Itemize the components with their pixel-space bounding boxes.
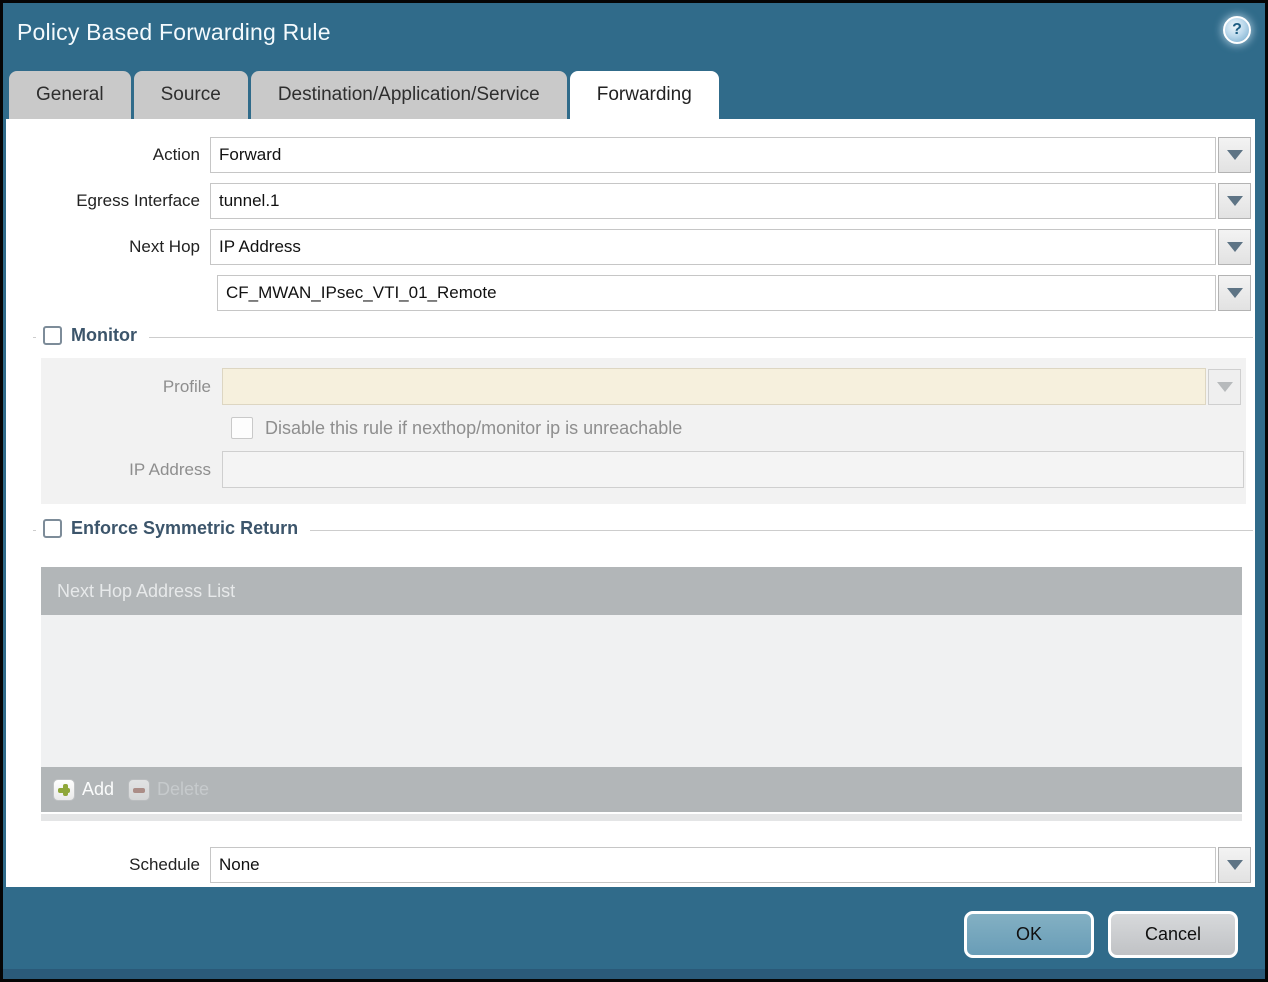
dropdown-arrow-icon <box>1226 860 1243 870</box>
add-button-label: Add <box>82 779 115 799</box>
enforce-symmetric-return-fieldset: Enforce Symmetric Return Next Hop Addres… <box>33 518 1253 821</box>
monitor-checkbox[interactable] <box>43 326 62 345</box>
dialog-title: Policy Based Forwarding Rule <box>17 18 331 45</box>
disable-rule-checkbox <box>231 417 253 439</box>
grid-footer-toolbar: Add Delete <box>41 767 1242 812</box>
egress-interface-dropdown-trigger[interactable] <box>1218 183 1251 219</box>
next-hop-address-list-grid: Next Hop Address List Add Delete <box>41 567 1242 812</box>
disable-rule-label: Disable this rule if nexthop/monitor ip … <box>265 417 683 438</box>
tab-source-label: Source <box>160 84 221 105</box>
tab-source[interactable]: Source <box>133 71 248 119</box>
policy-based-forwarding-rule-dialog: Policy Based Forwarding Rule ? General S… <box>0 0 1268 982</box>
tab-forwarding-label: Forwarding <box>596 84 692 105</box>
dropdown-arrow-icon <box>1226 288 1243 298</box>
grid-body-empty[interactable] <box>41 615 1242 767</box>
dropdown-arrow-icon <box>1226 242 1243 252</box>
dropdown-arrow-icon <box>1226 150 1243 160</box>
enforce-symmetric-return-legend: Enforce Symmetric Return <box>36 518 311 539</box>
dialog-title-bar: Policy Based Forwarding Rule <box>3 3 1265 61</box>
monitor-profile-dropdown-trigger <box>1208 368 1241 405</box>
monitor-disable-rule-row: Disable this rule if nexthop/monitor ip … <box>231 417 1246 439</box>
help-icon[interactable]: ? <box>1223 16 1251 44</box>
monitor-ip-address-row: IP Address <box>41 451 1244 488</box>
enforce-symmetric-return-label: Enforce Symmetric Return <box>71 518 299 538</box>
monitor-profile-label: Profile <box>162 376 211 396</box>
schedule-dropdown-trigger[interactable] <box>1218 847 1251 883</box>
forwarding-tab-panel: Action Forward Egress Interface tunnel.1… <box>6 119 1255 887</box>
enforce-symmetric-return-checkbox[interactable] <box>43 519 62 538</box>
egress-interface-select[interactable]: tunnel.1 <box>210 183 1216 219</box>
tab-destination-label: Destination/Application/Service <box>277 84 540 105</box>
schedule-label: Schedule <box>129 855 200 874</box>
next-hop-address-row: CF_MWAN_IPsec_VTI_01_Remote <box>6 275 1251 311</box>
ok-button[interactable]: OK <box>964 911 1094 958</box>
monitor-profile-select <box>222 368 1206 405</box>
grid-bottom-strip <box>41 814 1242 821</box>
bottom-accent-strip <box>3 969 1265 979</box>
monitor-profile-row: Profile <box>41 368 1244 405</box>
action-dropdown-trigger[interactable] <box>1218 137 1251 173</box>
dropdown-arrow-icon <box>1226 196 1243 206</box>
tab-general[interactable]: General <box>9 71 131 119</box>
dialog-footer: OK Cancel <box>964 911 1238 958</box>
delete-button: Delete <box>128 778 210 801</box>
action-select[interactable]: Forward <box>210 137 1216 173</box>
monitor-panel: Profile Disable this rule if nexthop/mon… <box>41 358 1246 504</box>
next-hop-label: Next Hop <box>129 237 200 256</box>
delete-button-label: Delete <box>157 779 210 799</box>
tab-general-label: General <box>36 84 104 105</box>
tab-destination-application-service[interactable]: Destination/Application/Service <box>250 71 567 119</box>
next-hop-type-dropdown-trigger[interactable] <box>1218 229 1251 265</box>
help-glyph: ? <box>1232 21 1242 38</box>
tab-forwarding[interactable]: Forwarding <box>569 71 719 119</box>
cancel-button[interactable]: Cancel <box>1108 911 1238 958</box>
action-label: Action <box>152 145 200 164</box>
grid-column-header: Next Hop Address List <box>41 567 1242 615</box>
schedule-row: Schedule None <box>6 847 1251 883</box>
egress-interface-label: Egress Interface <box>76 191 200 210</box>
monitor-ip-address-label: IP Address <box>129 459 211 479</box>
delete-minus-icon <box>128 778 151 801</box>
monitor-legend: Monitor <box>36 325 149 346</box>
next-hop-address-select[interactable]: CF_MWAN_IPsec_VTI_01_Remote <box>217 275 1216 311</box>
next-hop-type-select[interactable]: IP Address <box>210 229 1216 265</box>
next-hop-row: Next Hop IP Address <box>6 229 1251 265</box>
monitor-fieldset: Monitor Profile Disable this rule if nex… <box>33 325 1253 504</box>
action-row: Action Forward <box>6 137 1251 173</box>
add-button[interactable]: Add <box>53 778 115 801</box>
add-plus-icon <box>53 778 75 801</box>
dropdown-arrow-icon <box>1216 381 1233 392</box>
schedule-select[interactable]: None <box>210 847 1216 883</box>
monitor-legend-label: Monitor <box>71 325 137 345</box>
tab-bar: General Source Destination/Application/S… <box>9 65 1265 119</box>
monitor-ip-address-input <box>222 451 1244 488</box>
next-hop-address-dropdown-trigger[interactable] <box>1218 275 1251 311</box>
next-hop-address-list-header-label: Next Hop Address List <box>57 580 236 601</box>
egress-interface-row: Egress Interface tunnel.1 <box>6 183 1251 219</box>
